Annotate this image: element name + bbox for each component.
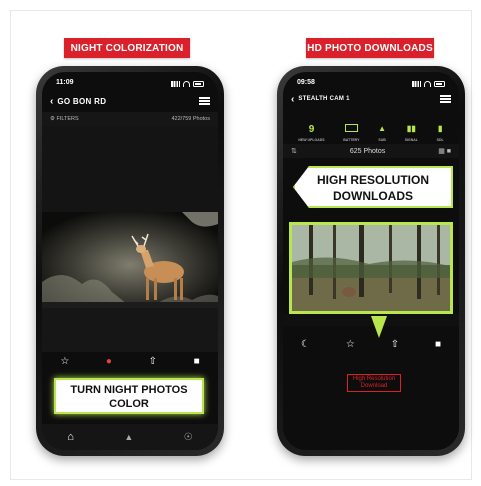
home-icon[interactable]: ⌂ [67, 431, 74, 443]
hd-downloads-callout: HIGH RESOLUTION DOWNLOADS [293, 166, 453, 208]
photo-count: 625 Photos [349, 147, 386, 155]
signal-icon [171, 81, 180, 87]
right-phone: 09:58 ‹ STEALTH CAM 1 9 NEW UPLOADS BATTE… [277, 66, 465, 456]
share-icon[interactable]: ⇧ [149, 356, 157, 367]
photo-count: 422/759 Photos [171, 116, 210, 122]
status-bar: 09:58 [297, 79, 445, 89]
stat-battery: BATTERY [343, 124, 359, 142]
filters-label: FILTERS [56, 116, 79, 122]
stat-signal: ▮▮ SIGNAL [405, 124, 418, 142]
bottom-nav: ⌂ ▲ ☉ [42, 424, 218, 450]
left-phone: 11:09 ‹ GO BON RD ⚙ FILTERS 422/759 Phot… [36, 66, 224, 456]
stat-sdl: ▮ SDL [437, 124, 444, 142]
camera-stats: 9 NEW UPLOADS BATTERY ▲ SUB ▮▮ SIGNAL ▮ SDL [283, 110, 459, 142]
share-icon[interactable]: ⇧ [391, 339, 399, 350]
nav-title: STEALTH CAM 1 [298, 96, 350, 102]
nav-bar: ‹ GO BON RD [42, 92, 218, 110]
menu-icon[interactable] [440, 95, 451, 103]
stat-label: SUB [378, 138, 386, 142]
wifi-icon [424, 81, 431, 87]
star-icon[interactable]: ☆ [60, 356, 69, 367]
map-icon[interactable]: ▲ [124, 432, 133, 442]
callout-line-2: COLOR [109, 398, 149, 410]
hd-download-line-2: Download [360, 383, 388, 389]
battery-icon [434, 81, 445, 87]
hd-photo-downloads-banner: HD PHOTO DOWNLOADS [306, 38, 434, 58]
menu-icon[interactable] [199, 97, 210, 105]
night-deer-photo[interactable] [42, 212, 218, 308]
photo-area-top [42, 126, 218, 212]
signal-icon [412, 81, 421, 87]
photo-area-bottom [42, 308, 218, 352]
filters-bar: ⚙ FILTERS 422/759 Photos [42, 112, 218, 126]
callout-pointer [371, 316, 387, 338]
callout-line-1: HIGH RESOLUTION [316, 173, 429, 187]
filters-button[interactable]: ⚙ FILTERS [50, 116, 79, 122]
stat-sub: ▲ SUB [378, 124, 386, 142]
hd-download-line-1: High Resolution [352, 376, 396, 382]
photo-toolbar: ⇅ 625 Photos ▦ ■ [283, 144, 459, 158]
nav-bar: ‹ STEALTH CAM 1 [283, 90, 459, 108]
back-icon[interactable]: ‹ [50, 96, 53, 107]
stat-label: BATTERY [343, 138, 360, 142]
night-photos-callout: TURN NIGHT PHOTOS COLOR [54, 378, 204, 414]
stat-label: SDL [436, 138, 444, 142]
status-time: 11:09 [56, 79, 74, 86]
callout-line-1: TURN NIGHT PHOTOS [70, 384, 188, 396]
back-icon[interactable]: ‹ [291, 94, 294, 105]
grid-icon[interactable]: ▦ ■ [438, 147, 451, 155]
stat-new-uploads: 9 NEW UPLOADS [298, 124, 324, 142]
nav-title: GO BON RD [57, 96, 107, 106]
stat-label: SIGNAL [404, 138, 418, 142]
sort-icon[interactable]: ⇅ [291, 147, 297, 155]
callout-line-2: DOWNLOADS [333, 189, 413, 203]
status-time: 09:58 [297, 79, 315, 86]
status-bar: 11:09 [56, 79, 204, 89]
hd-download-button[interactable]: High Resolution Download [347, 374, 401, 392]
signal-stat-icon: ▮▮ [406, 124, 416, 133]
right-phone-screen: 09:58 ‹ STEALTH CAM 1 9 NEW UPLOADS BATTE… [283, 72, 459, 450]
sub-stat-icon: ▲ [378, 124, 387, 133]
wifi-icon [183, 81, 190, 87]
sd-card-icon: ▮ [437, 124, 443, 133]
left-phone-screen: 11:09 ‹ GO BON RD ⚙ FILTERS 422/759 Phot… [42, 72, 218, 450]
forest-photo[interactable] [289, 222, 453, 314]
stat-label: NEW UPLOADS [298, 138, 325, 142]
battery-icon [193, 81, 204, 87]
account-icon[interactable]: ☉ [184, 432, 193, 443]
moon-icon[interactable]: ☾ [301, 339, 310, 350]
battery-stat-icon [344, 124, 358, 136]
photo-action-bar: ☆ ● ⇧ ■ [42, 352, 218, 370]
trash-icon[interactable]: ■ [194, 356, 200, 367]
night-colorization-banner: NIGHT COLORIZATION [64, 38, 190, 58]
trash-icon[interactable]: ■ [435, 339, 441, 350]
stat-value: 9 [308, 124, 315, 135]
colorize-icon[interactable]: ● [106, 356, 112, 367]
star-icon[interactable]: ☆ [346, 339, 355, 350]
